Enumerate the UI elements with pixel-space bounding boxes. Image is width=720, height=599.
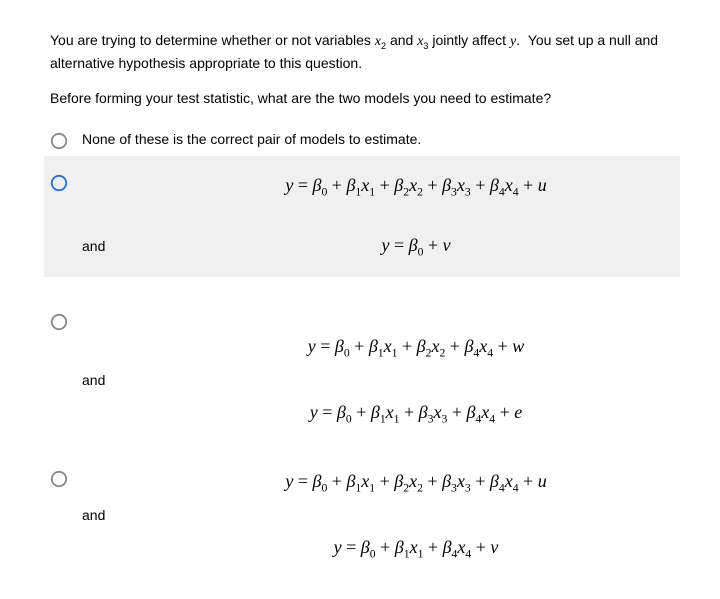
option-2-eq-1: y = β0 + β1x1 + β2x2 + β4x4 + w [152, 333, 680, 362]
radio-unselected-icon [50, 132, 68, 150]
option-1[interactable]: y = β0 + β1x1 + β2x2 + β3x3 + β4x4 + u a… [44, 156, 680, 276]
option-3-content: y = β0 + β1x1 + β2x2 + β3x3 + β4x4 + u a… [82, 468, 680, 563]
option-3[interactable]: y = β0 + β1x1 + β2x2 + β3x3 + β4x4 + u a… [50, 462, 680, 569]
option-none[interactable]: None of these is the correct pair of mod… [50, 123, 680, 156]
options-list: None of these is the correct pair of mod… [50, 123, 680, 569]
question-prompt: You are trying to determine whether or n… [50, 30, 680, 109]
option-2-content: y = β0 + β1x1 + β2x2 + β4x4 + w and y = … [82, 311, 680, 428]
option-1-content: y = β0 + β1x1 + β2x2 + β3x3 + β4x4 + u a… [82, 172, 680, 260]
radio-button[interactable] [50, 470, 68, 488]
radio-button[interactable] [50, 313, 68, 331]
prompt-line-2: Before forming your test statistic, what… [50, 88, 680, 109]
radio-button[interactable] [50, 132, 68, 150]
option-1-eq-1: y = β0 + β1x1 + β2x2 + β3x3 + β4x4 + u [152, 172, 680, 201]
option-2-eq-2: y = β0 + β1x1 + β3x3 + β4x4 + e [152, 399, 680, 428]
option-none-label: None of these is the correct pair of mod… [82, 129, 421, 150]
radio-unselected-icon [50, 313, 68, 331]
option-3-eq-2: y = β0 + β1x1 + β4x4 + v [152, 534, 680, 563]
option-2[interactable]: y = β0 + β1x1 + β2x2 + β4x4 + w and y = … [50, 305, 680, 434]
radio-unselected-icon [50, 470, 68, 488]
option-3-eq-1: y = β0 + β1x1 + β2x2 + β3x3 + β4x4 + u [152, 468, 680, 497]
radio-button[interactable] [50, 174, 68, 192]
prompt-line-1: You are trying to determine whether or n… [50, 30, 680, 74]
option-1-eq-2: y = β0 + v [152, 232, 680, 261]
radio-selected-icon [50, 174, 68, 192]
and-label: and [82, 236, 152, 257]
and-label: and [82, 505, 152, 526]
and-label: and [82, 370, 152, 391]
question-container: You are trying to determine whether or n… [0, 0, 720, 599]
